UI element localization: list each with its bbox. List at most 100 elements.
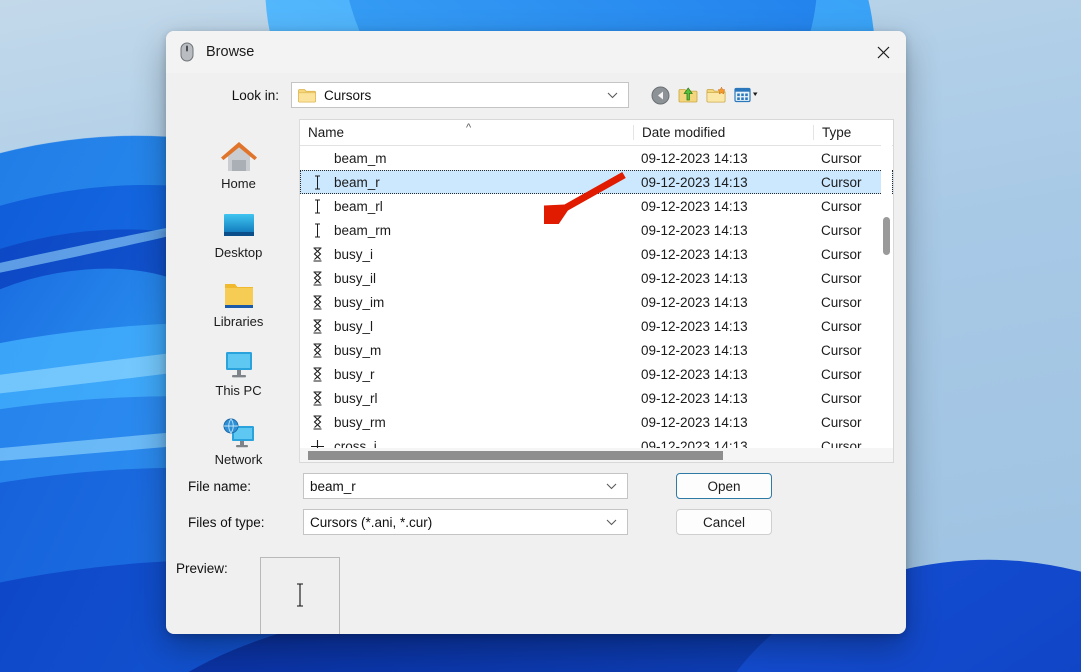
file-name-text: beam_r bbox=[334, 174, 380, 190]
table-row[interactable]: beam_rl 09-12-2023 14:13 Cursor bbox=[300, 194, 893, 218]
table-row[interactable]: busy_m 09-12-2023 14:13 Cursor bbox=[300, 338, 893, 362]
table-row[interactable]: busy_l 09-12-2023 14:13 Cursor bbox=[300, 314, 893, 338]
horizontal-scrollbar-thumb[interactable] bbox=[308, 451, 723, 460]
home-icon bbox=[217, 135, 261, 175]
file-name-label: File name: bbox=[188, 478, 252, 494]
date-modified-cell: 09-12-2023 14:13 bbox=[641, 318, 748, 334]
type-cell: Cursor bbox=[821, 174, 862, 190]
file-name-text: busy_i bbox=[334, 246, 374, 262]
file-name-text: busy_im bbox=[334, 294, 385, 310]
hourglass-cursor-icon bbox=[308, 317, 326, 335]
type-cell: Cursor bbox=[821, 366, 862, 382]
vertical-scrollbar-thumb[interactable] bbox=[883, 217, 890, 255]
file-name-text: busy_il bbox=[334, 270, 377, 286]
browse-dialog: Browse Look in: Cursors Home Desktop Lib… bbox=[166, 31, 906, 634]
ibeam-cursor-icon bbox=[294, 582, 306, 612]
date-modified-cell: 09-12-2023 14:13 bbox=[641, 174, 748, 190]
preview-box bbox=[260, 557, 340, 634]
sidebar-item-home[interactable]: Home bbox=[178, 135, 299, 191]
file-name-input[interactable]: beam_r bbox=[303, 473, 628, 499]
file-name-cell: busy_rl bbox=[300, 389, 633, 407]
new-folder-icon[interactable] bbox=[705, 84, 727, 106]
libraries-folder-icon bbox=[217, 273, 261, 313]
up-folder-icon[interactable] bbox=[677, 84, 699, 106]
type-cell: Cursor bbox=[821, 246, 862, 262]
table-row[interactable]: busy_il 09-12-2023 14:13 Cursor bbox=[300, 266, 893, 290]
type-cell: Cursor bbox=[821, 294, 862, 310]
type-cell: Cursor bbox=[821, 390, 862, 406]
cancel-button[interactable]: Cancel bbox=[676, 509, 772, 535]
file-name-cell: busy_i bbox=[300, 245, 633, 263]
date-modified-cell: 09-12-2023 14:13 bbox=[641, 270, 748, 286]
file-name-text: busy_l bbox=[334, 318, 374, 334]
open-button[interactable]: Open bbox=[676, 473, 772, 499]
file-name-cell: busy_rm bbox=[300, 413, 633, 431]
table-row[interactable]: busy_rl 09-12-2023 14:13 Cursor bbox=[300, 386, 893, 410]
horizontal-scrollbar[interactable] bbox=[300, 448, 893, 462]
places-bar: Home Desktop Libraries This PC Network bbox=[178, 119, 300, 467]
file-type-dropdown[interactable]: Cursors (*.ani, *.cur) bbox=[303, 509, 628, 535]
vertical-scrollbar[interactable] bbox=[881, 121, 892, 461]
table-row[interactable]: busy_i 09-12-2023 14:13 Cursor bbox=[300, 242, 893, 266]
column-header-date-modified[interactable]: Date modified bbox=[633, 125, 813, 140]
sidebar-item-label: Home bbox=[221, 176, 256, 191]
file-name-cell: beam_r bbox=[300, 173, 633, 191]
column-headers: Name ^ Date modified Type bbox=[300, 120, 893, 146]
ibeam-cursor-icon bbox=[308, 197, 326, 215]
ibeam-cursor-icon bbox=[308, 173, 326, 191]
table-row[interactable]: beam_r 09-12-2023 14:13 Cursor bbox=[300, 170, 893, 194]
table-row[interactable]: busy_rm 09-12-2023 14:13 Cursor bbox=[300, 410, 893, 434]
file-type-value: Cursors (*.ani, *.cur) bbox=[310, 514, 433, 530]
chevron-down-icon[interactable] bbox=[606, 513, 617, 531]
sidebar-item-this-pc[interactable]: This PC bbox=[178, 342, 299, 398]
back-arrow-icon[interactable] bbox=[649, 84, 671, 106]
column-header-name[interactable]: Name ^ bbox=[300, 122, 633, 140]
hourglass-cursor-icon bbox=[308, 269, 326, 287]
file-name-cell: busy_r bbox=[300, 365, 633, 383]
preview-row: Preview: bbox=[166, 557, 906, 634]
sidebar-item-label: Libraries bbox=[213, 314, 264, 329]
hourglass-cursor-icon bbox=[308, 389, 326, 407]
ibeam-cursor-icon bbox=[308, 149, 326, 167]
file-list[interactable]: Name ^ Date modified Type beam_m 09-12-20… bbox=[300, 119, 894, 463]
sidebar-item-libraries[interactable]: Libraries bbox=[178, 273, 299, 329]
sidebar-item-label: This PC bbox=[215, 383, 262, 398]
sidebar-item-label: Desktop bbox=[214, 245, 263, 260]
this-pc-icon bbox=[217, 342, 261, 382]
table-row[interactable]: beam_rm 09-12-2023 14:13 Cursor bbox=[300, 218, 893, 242]
file-name-text: beam_rm bbox=[334, 222, 392, 238]
file-type-row: Files of type: Cursors (*.ani, *.cur) Ca… bbox=[166, 509, 906, 535]
network-globe-icon bbox=[217, 411, 261, 451]
hourglass-cursor-icon bbox=[308, 293, 326, 311]
views-icon[interactable] bbox=[733, 84, 763, 106]
date-modified-cell: 09-12-2023 14:13 bbox=[641, 414, 748, 430]
file-name-cell: busy_l bbox=[300, 317, 633, 335]
file-name-cell: busy_im bbox=[300, 293, 633, 311]
file-name-row: File name: beam_r Open bbox=[166, 473, 906, 499]
file-rows: beam_m 09-12-2023 14:13 Cursor beam_r 09-12-… bbox=[300, 146, 893, 458]
window-title: Browse bbox=[206, 44, 255, 60]
close-icon[interactable] bbox=[860, 31, 906, 73]
sidebar-item-label: Network bbox=[214, 452, 263, 467]
type-cell: Cursor bbox=[821, 342, 862, 358]
sidebar-item-network[interactable]: Network bbox=[178, 411, 299, 467]
desktop-monitor-icon bbox=[217, 204, 261, 244]
table-row[interactable]: beam_m 09-12-2023 14:13 Cursor bbox=[300, 146, 893, 170]
type-cell: Cursor bbox=[821, 270, 862, 286]
file-name-cell: beam_rm bbox=[300, 221, 633, 239]
look-in-dropdown[interactable]: Cursors bbox=[291, 82, 629, 108]
file-type-label: Files of type: bbox=[188, 514, 265, 530]
look-in-value: Cursors bbox=[324, 87, 372, 103]
file-name-text: busy_m bbox=[334, 342, 382, 358]
file-name-text: busy_r bbox=[334, 366, 375, 382]
date-modified-cell: 09-12-2023 14:13 bbox=[641, 342, 748, 358]
chevron-down-icon[interactable] bbox=[606, 477, 617, 495]
ibeam-cursor-icon bbox=[308, 221, 326, 239]
title-bar[interactable]: Browse bbox=[166, 31, 906, 73]
column-header-label: Name bbox=[308, 125, 345, 140]
sidebar-item-desktop[interactable]: Desktop bbox=[178, 204, 299, 260]
column-header-type[interactable]: Type bbox=[813, 125, 879, 140]
table-row[interactable]: busy_im 09-12-2023 14:13 Cursor bbox=[300, 290, 893, 314]
type-cell: Cursor bbox=[821, 198, 862, 214]
table-row[interactable]: busy_r 09-12-2023 14:13 Cursor bbox=[300, 362, 893, 386]
